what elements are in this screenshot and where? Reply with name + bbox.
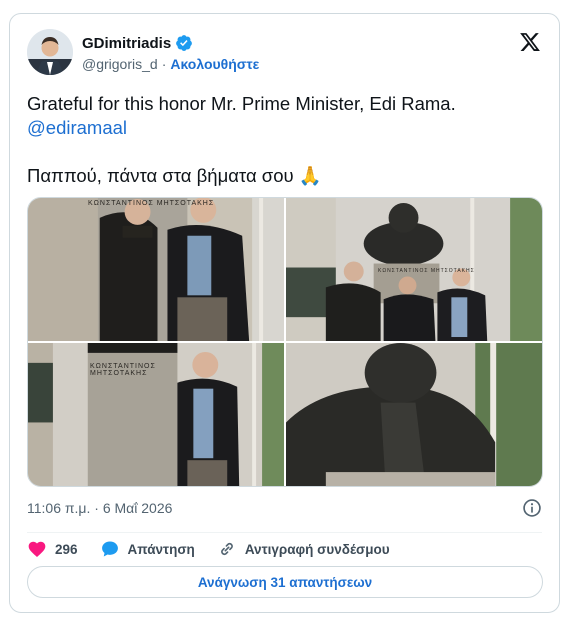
display-name[interactable]: GDimitriadis (82, 35, 171, 52)
like-count: 296 (55, 541, 78, 557)
heart-icon (28, 541, 46, 557)
verified-badge-icon (176, 35, 193, 51)
reply-bubble-icon (101, 541, 118, 557)
action-bar: 296 Απάντηση Αντιγραφή συνδέσμου (27, 536, 406, 562)
link-icon (220, 542, 233, 556)
timestamp[interactable]: 11:06 π.μ. · 6 Μαΐ 2026 (27, 500, 172, 516)
photo-4[interactable] (286, 343, 542, 486)
read-replies-button[interactable]: Ανάγνωση 31 απαντήσεων (27, 566, 543, 598)
photo-2[interactable]: ΚΩΝΣΤΑΝΤΙΝΟΣ ΜΗΤΣΟΤΑΚΗΣ (286, 198, 542, 341)
tweet-line: Grateful for this honor Mr. Prime Minist… (27, 93, 456, 114)
mention-link[interactable]: @ediramaal (27, 116, 547, 140)
media-grid: ΚΩΝΣΤΑΝΤΙΝΟΣ ΜΗΤΣΟΤΑΚΗΣ ΚΩΝΣΤΑΝΤΙΝΟΣ ΜΗΤ… (27, 197, 543, 487)
divider (27, 532, 542, 533)
avatar[interactable] (27, 29, 73, 75)
plaque-text: ΚΩΝΣΤΑΝΤΙΝΟΣ ΜΗΤΣΟΤΑΚΗΣ (378, 268, 475, 274)
copy-link-button[interactable]: Αντιγραφή συνδέσμου (217, 539, 390, 559)
plaque-text: ΚΩΝΣΤΑΝΤΙΝΟΣ ΜΗΤΣΟΤΑΚΗΣ (88, 200, 215, 207)
handle[interactable]: @grigoris_d (82, 56, 158, 72)
tweet-text: Grateful for this honor Mr. Prime Minist… (27, 92, 547, 188)
copy-link-label: Αντιγραφή συνδέσμου (244, 541, 390, 557)
follow-button[interactable]: Ακολουθήστε (170, 56, 259, 72)
like-button[interactable]: 296 (27, 539, 78, 559)
photo-1[interactable]: ΚΩΝΣΤΑΝΤΙΝΟΣ ΜΗΤΣΟΤΑΚΗΣ (28, 198, 284, 341)
reply-button[interactable]: Απάντηση (100, 539, 195, 559)
photo-3[interactable]: ΚΩΝΣΤΑΝΤΙΝΟΣ ΜΗΤΣΟΤΑΚΗΣ (28, 343, 284, 486)
x-logo-icon[interactable] (519, 31, 541, 53)
plaque-text: ΚΩΝΣΤΑΝΤΙΝΟΣ ΜΗΤΣΟΤΑΚΗΣ (90, 363, 156, 377)
tweet-line-greek: Παππού, πάντα στα βήματα σου 🙏 (27, 165, 322, 186)
tweet-card: GDimitriadis @grigoris_d · Ακολουθήστε G… (9, 13, 560, 613)
separator-dot: · (161, 56, 167, 72)
reply-label: Απάντηση (127, 541, 195, 557)
info-icon[interactable] (522, 498, 542, 518)
